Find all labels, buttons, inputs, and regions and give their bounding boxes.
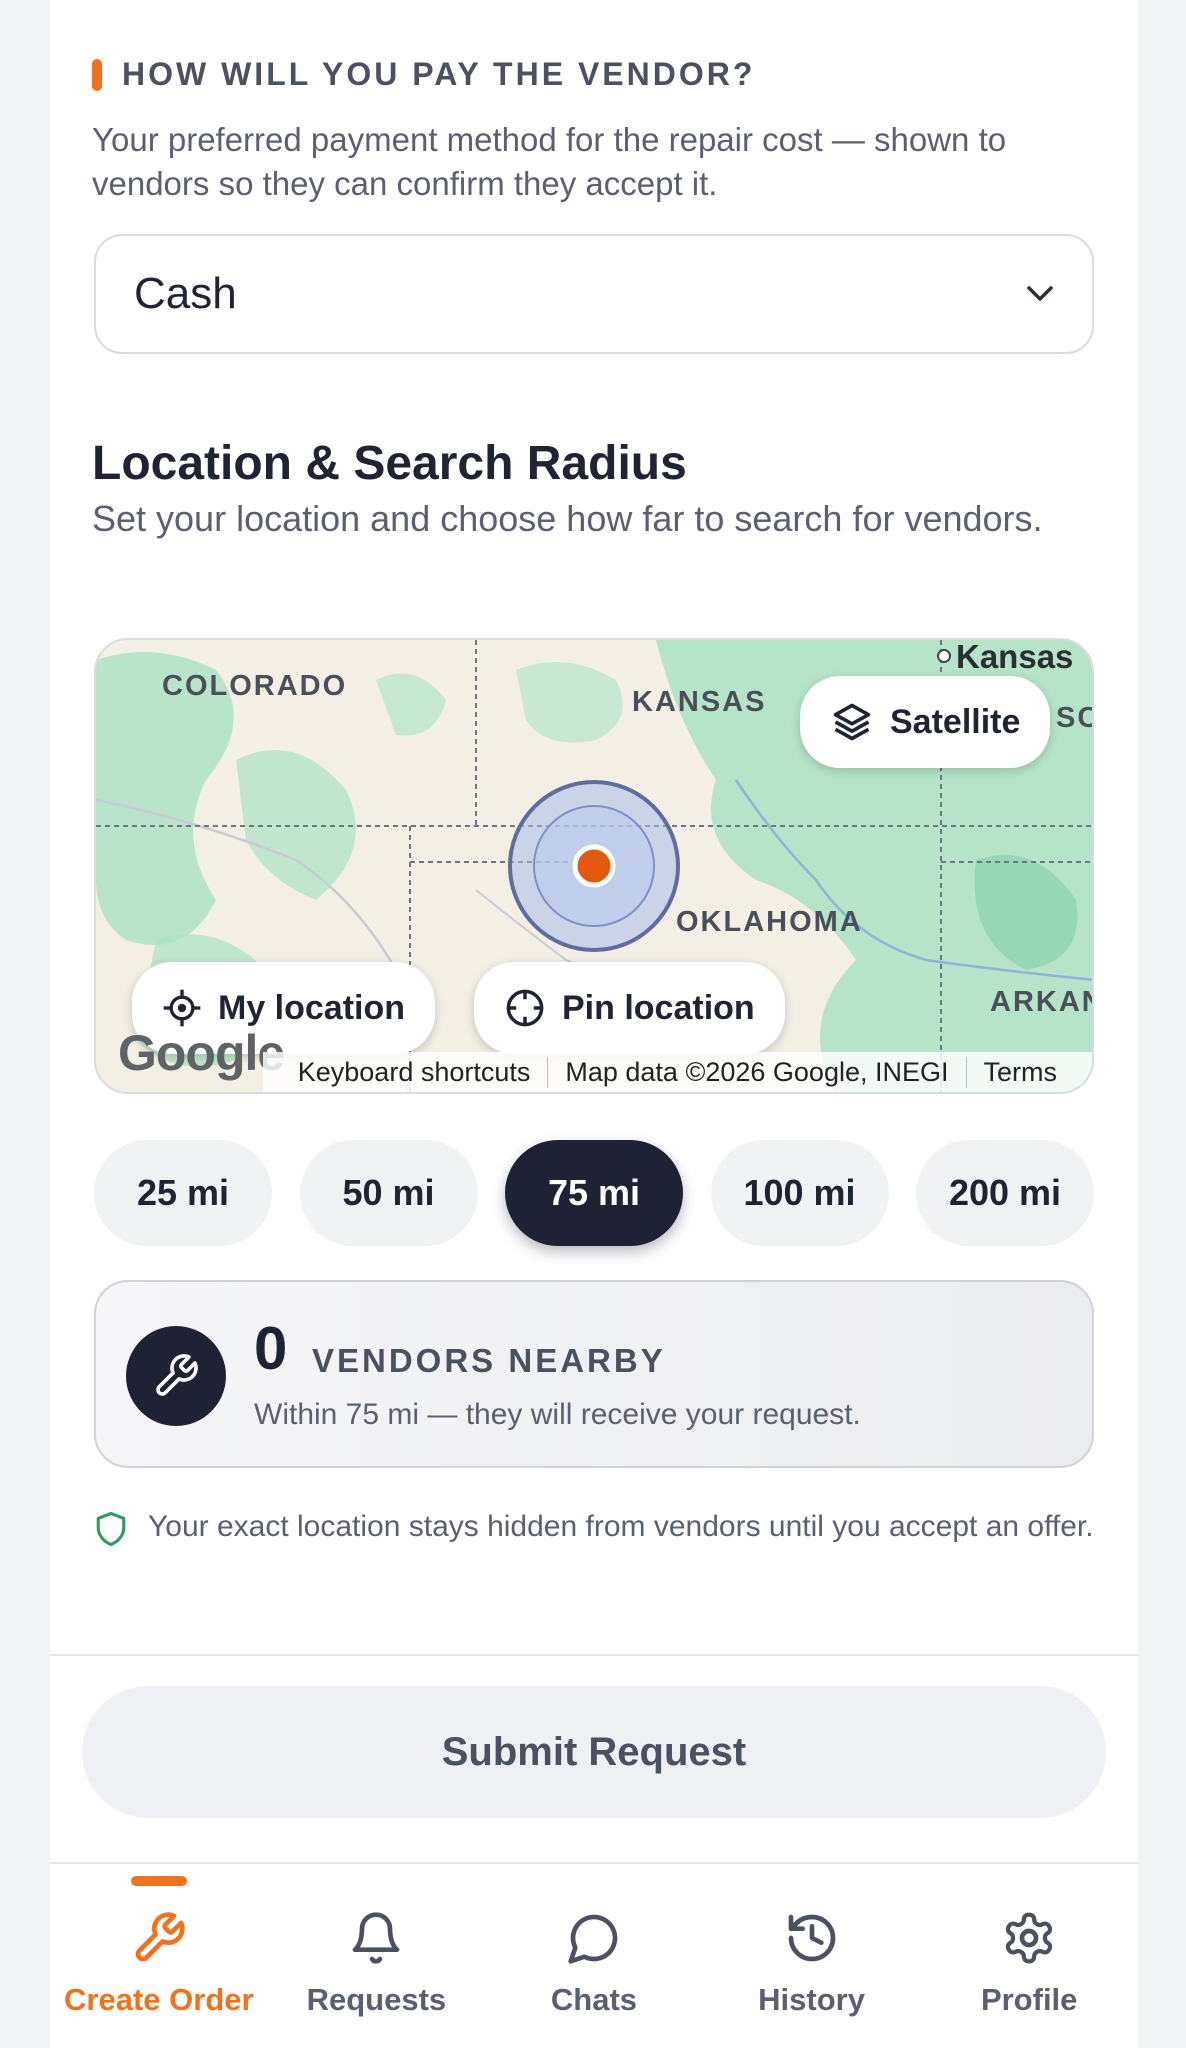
pin-location-button[interactable]: Pin location (474, 962, 785, 1054)
wrench-icon (135, 1912, 185, 1962)
pin-location-label: Pin location (562, 988, 755, 1027)
submit-request-button[interactable]: Submit Request (82, 1686, 1106, 1818)
payment-description: Your preferred payment method for the re… (92, 121, 1007, 202)
radius-chip-200[interactable]: 200 mi (916, 1140, 1094, 1246)
payment-section-title: HOW WILL YOU PAY THE VENDOR? (122, 56, 756, 92)
accent-bar (92, 58, 102, 91)
vendor-radius-subtitle: Within 75 mi — they will receive your re… (254, 1398, 861, 1431)
payment-section-header: HOW WILL YOU PAY THE VENDOR? (92, 56, 755, 93)
google-logo: Google (118, 1025, 285, 1081)
wrench-icon (156, 1354, 198, 1396)
bell-icon (353, 1912, 400, 1964)
nav-history[interactable]: History (703, 1866, 921, 2048)
map-label-kansas: KANSAS (632, 686, 767, 718)
vendor-count: 0 (254, 1315, 288, 1382)
vendors-nearby-card: 0 VENDORS NEARBY Within 75 mi — they wil… (94, 1280, 1094, 1468)
vendor-badge (126, 1326, 226, 1426)
history-icon (788, 1914, 835, 1962)
nav-chats[interactable]: Chats (485, 1866, 703, 2048)
location-title: Location & Search Radius (92, 437, 687, 490)
map-label-colorado: COLORADO (162, 670, 348, 702)
nav-label: Profile (980, 1982, 1078, 2017)
privacy-note-text: Your exact location stays hidden from ve… (148, 1510, 1094, 1543)
nav-label: Requests (306, 1982, 447, 2017)
nav-create-order[interactable]: Create Order (50, 1866, 268, 2048)
app-sheet: HOW WILL YOU PAY THE VENDOR? Your prefer… (50, 0, 1138, 2048)
crosshair-icon (506, 989, 544, 1027)
map-label-arkansas: ARKAN (990, 986, 1094, 1018)
my-location-label: My location (218, 988, 406, 1027)
terms-link[interactable]: Terms (967, 1057, 1075, 1088)
satellite-label: Satellite (890, 702, 1021, 741)
map-view[interactable]: COLORADO KANSAS Kansas OKLAHOMA ARKAN SC… (94, 638, 1094, 1094)
keyboard-shortcuts-link[interactable]: Keyboard shortcuts (281, 1056, 549, 1088)
locate-icon (163, 989, 201, 1027)
map-data-text: Map data ©2026 Google, INEGI (548, 1056, 967, 1088)
vendor-count-label: VENDORS NEARBY (312, 1342, 666, 1379)
payment-method-value: Cash (134, 269, 237, 318)
location-description: Set your location and choose how far to … (92, 498, 1043, 539)
chevron-down-icon (1027, 286, 1053, 301)
nav-label: Chats (550, 1982, 638, 2017)
radius-options: 25 mi 50 mi 75 mi 100 mi 200 mi (94, 1140, 1094, 1246)
active-indicator (130, 1876, 187, 1886)
radius-chip-75[interactable]: 75 mi (505, 1140, 683, 1246)
gear-icon (1006, 1912, 1053, 1964)
radius-chip-50[interactable]: 50 mi (299, 1140, 478, 1246)
map-label-kansas-city: Kansas (956, 638, 1074, 675)
map-label-oklahoma: OKLAHOMA (676, 906, 863, 938)
nav-label: Create Order (64, 1982, 254, 2017)
privacy-note: Your exact location stays hidden from ve… (94, 1504, 1094, 1550)
radius-chip-100[interactable]: 100 mi (710, 1140, 889, 1246)
nav-profile[interactable]: Profile (920, 1866, 1138, 2048)
nav-requests[interactable]: Requests (268, 1866, 486, 2048)
nav-label: History (758, 1982, 865, 2017)
map-attribution: Keyboard shortcuts Map data ©2026 Google… (262, 1052, 1092, 1092)
payment-method-select[interactable]: Cash (94, 234, 1094, 354)
bottom-nav: Create Order Requests Chats History Prof… (50, 1866, 1138, 2048)
divider (50, 1654, 1138, 1656)
divider (50, 1862, 1138, 1864)
layers-icon (833, 703, 871, 741)
shield-icon (96, 1511, 126, 1547)
satellite-toggle-button[interactable]: Satellite (800, 676, 1051, 768)
map-label-missouri: SC (1056, 702, 1092, 734)
chat-bubble-icon (568, 1914, 618, 1964)
radius-chip-25[interactable]: 25 mi (94, 1140, 272, 1246)
